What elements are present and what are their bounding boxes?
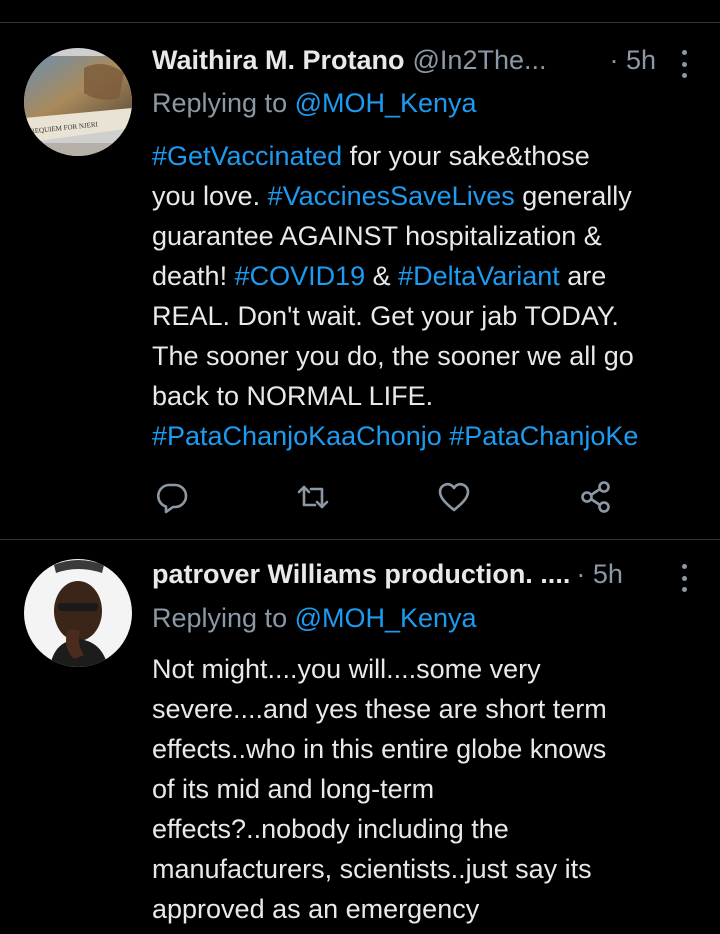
more-options-icon[interactable] [680,564,688,592]
display-name[interactable]: patrover Williams production. .... [152,559,570,590]
tweet-text-segment: for your sake&those [342,141,590,171]
timestamp[interactable]: · 5h [609,45,656,76]
tweet-text-segment: you love. [152,181,268,211]
tweet-text-line: effects?..nobody including the [152,809,712,849]
hashtag-link[interactable]: #PataChanjoKe [449,421,638,451]
tweet-text-line: death! #COVID19 & #DeltaVariant are [152,256,712,296]
tweet-text-segment: effects..who in this entire globe knows [152,734,607,764]
replying-prefix: Replying to [152,88,295,118]
hashtag-link[interactable]: #VaccinesSaveLives [268,181,515,211]
tweet-text-line: severe....and yes these are short term [152,689,712,729]
tweet-text-segment: of its mid and long-term [152,774,435,804]
more-options-icon[interactable] [680,50,688,78]
tweet-divider [0,539,720,540]
reply-mention[interactable]: @MOH_Kenya [295,88,477,118]
tweet-text-segment: manufacturers, scientists..just say its [152,854,592,884]
share-icon[interactable] [578,479,614,515]
tweet-text-segment: approved as an emergency [152,894,480,924]
hashtag-link[interactable]: #PataChanjoKaaChonjo [152,421,442,451]
tweet-text-segment: The sooner you do, the sooner we all go [152,341,634,371]
retweet-icon[interactable] [295,479,331,515]
tweet-text-segment: generally [514,181,632,211]
tweet-text-line: of its mid and long-term [152,769,712,809]
replying-prefix: Replying to [152,603,295,633]
tweet-text-segment: effects?..nobody including the [152,814,509,844]
tweet-text-line: The sooner you do, the sooner we all go [152,336,712,376]
tweet-text-segment: severe....and yes these are short term [152,694,607,724]
avatar[interactable]: REQUIEM FOR NJERI [24,48,132,156]
tweet-actions [152,479,622,515]
tweet-header: patrover Williams production. .... · 5h [152,556,696,592]
tweet[interactable]: patrover Williams production. .... · 5h … [0,541,720,934]
replying-to: Replying to @MOH_Kenya [152,88,477,119]
tweet-text-segment: REAL. Don't wait. Get your jab TODAY. [152,301,619,331]
tweet-text-segment: death! [152,261,235,291]
tweet-text-segment: guarantee AGAINST hospitalization & [152,221,602,251]
tweet-text-line: Not might....you will....some very [152,649,712,689]
tweet-text-line: back to NORMAL LIFE. [152,376,712,416]
tweet-text-segment: back to NORMAL LIFE. [152,381,434,411]
reply-icon[interactable] [154,479,190,515]
avatar-image [24,48,132,156]
tweet-text-line: effects..who in this entire globe knows [152,729,712,769]
tweet-text-segment: are [559,261,607,291]
user-handle[interactable]: @In2The... [413,45,547,76]
like-icon[interactable] [436,479,472,515]
avatar[interactable] [24,559,132,667]
timestamp[interactable]: · 5h [576,559,623,590]
tweet-text-line: #PataChanjoKaaChonjo #PataChanjoKe [152,416,712,456]
tweet-text-segment: Not might....you will....some very [152,654,541,684]
tweet-text: Not might....you will....some very severe… [152,649,712,929]
tweet-text-line: REAL. Don't wait. Get your jab TODAY. [152,296,712,336]
tweet-text: #GetVaccinated for your sake&those you lo… [152,136,712,456]
tweet-text-line: approved as an emergency [152,889,712,929]
replying-to: Replying to @MOH_Kenya [152,603,477,634]
display-name[interactable]: Waithira M. Protano [152,45,405,76]
tweet-text-line: guarantee AGAINST hospitalization & [152,216,712,256]
reply-mention[interactable]: @MOH_Kenya [295,603,477,633]
hashtag-link[interactable]: #DeltaVariant [398,261,560,291]
hashtag-link[interactable]: #GetVaccinated [152,141,342,171]
avatar-image [24,559,132,667]
tweet-header: Waithira M. Protano @In2The... · 5h [152,42,696,78]
tweet-text-line: #GetVaccinated for your sake&those [152,136,712,176]
tweet[interactable]: REQUIEM FOR NJERI Waithira M. Protano @I… [0,23,720,535]
hashtag-link[interactable]: #COVID19 [235,261,366,291]
tweet-text-line: you love. #VaccinesSaveLives generally [152,176,712,216]
tweet-text-line: manufacturers, scientists..just say its [152,849,712,889]
tweet-text-segment: & [365,261,399,291]
